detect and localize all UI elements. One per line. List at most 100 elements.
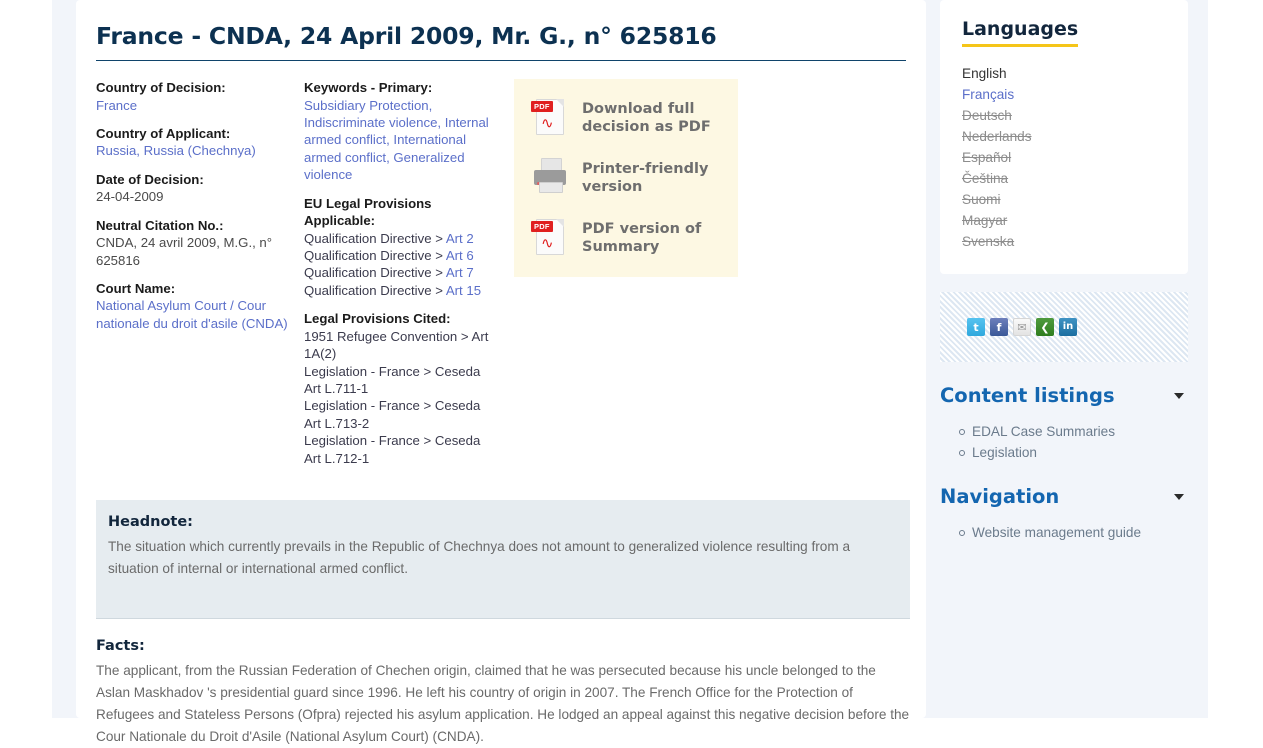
country-of-decision-link[interactable]: France xyxy=(96,98,137,113)
pdf-icon: PDF ∿ xyxy=(530,97,572,141)
headnote-section: Headnote: The situation which currently … xyxy=(96,500,910,620)
chevron-down-icon[interactable] xyxy=(1174,392,1184,399)
eu-provision-row: Qualification Directive > Art 6 xyxy=(304,247,500,264)
eu-provisions-label: EU Legal Provisions Applicable: xyxy=(304,195,432,229)
page-title: France - CNDA, 24 April 2009, Mr. G., n°… xyxy=(96,22,717,50)
provision-source: Qualification Directive > xyxy=(304,282,446,298)
case-metadata-row: Country of Decision: France Country of A… xyxy=(96,79,906,478)
language-label: English xyxy=(962,66,1007,81)
cited-row[interactable]: Legislation - France > Ceseda Art L.711-… xyxy=(304,363,500,398)
navigation-section: Navigation Website management guide xyxy=(940,485,1188,543)
content-listings-list: EDAL Case Summaries Legislation xyxy=(940,421,1188,463)
languages-list: English Français Deutsch Nederlands Espa… xyxy=(962,63,1166,252)
content-listings-title: Content listings xyxy=(940,384,1115,407)
language-item-cestina: Čeština xyxy=(962,168,1166,189)
field-value: Russia, Russia (Chechnya) xyxy=(96,142,304,159)
keywords-label: Keywords - Primary: xyxy=(304,80,433,96)
email-glyph: ✉ xyxy=(1017,320,1027,334)
provision-source: Qualification Directive > xyxy=(304,230,446,246)
navigation-header[interactable]: Navigation xyxy=(940,485,1188,508)
email-icon[interactable]: ✉ xyxy=(1013,318,1031,336)
facts-section: Facts: The applicant, from the Russian F… xyxy=(96,638,910,748)
list-item[interactable]: EDAL Case Summaries xyxy=(959,421,1188,442)
download-full-decision-pdf-button[interactable]: PDF ∿ Download full decision as PDF xyxy=(530,97,722,141)
twitter-icon[interactable]: t xyxy=(967,318,985,336)
languages-panel: Languages English Français Deutsch Neder… xyxy=(940,0,1188,274)
printer-friendly-version-button[interactable]: Printer-friendly version xyxy=(530,157,722,201)
facts-text: The applicant, from the Russian Federati… xyxy=(96,663,910,745)
language-item-deutsch: Deutsch xyxy=(962,105,1166,126)
field-country-of-decision: Country of Decision: France xyxy=(96,79,304,114)
field-value: 24-04-2009 xyxy=(96,189,164,205)
headnote-label: Headnote: xyxy=(108,514,193,531)
download-label: Printer-friendly version xyxy=(582,161,709,196)
field-value: France xyxy=(96,97,304,114)
case-fields-column: Country of Decision: France Country of A… xyxy=(96,79,304,343)
sidebar: Languages English Français Deutsch Neder… xyxy=(940,0,1188,543)
list-item[interactable]: Legislation xyxy=(959,442,1188,463)
facebook-icon[interactable]: f xyxy=(990,318,1008,336)
downloads-column: PDF ∿ Download full decision as PDF Prin xyxy=(514,79,738,278)
download-box: PDF ∿ Download full decision as PDF Prin xyxy=(514,79,738,278)
eu-provision-row: Qualification Directive > Art 7 xyxy=(304,264,500,281)
language-label: Suomi xyxy=(962,192,1001,207)
language-label: Nederlands xyxy=(962,129,1032,144)
language-label: Magyar xyxy=(962,213,1008,228)
provision-source: Qualification Directive > xyxy=(304,265,446,281)
cited-label: Legal Provisions Cited: xyxy=(304,311,451,327)
field-value: National Asylum Court / Cour nationale d… xyxy=(96,297,304,332)
language-label: Español xyxy=(962,150,1012,165)
list-item[interactable]: Website management guide xyxy=(959,522,1188,543)
main-content-card: France - CNDA, 24 April 2009, Mr. G., n°… xyxy=(76,0,926,744)
field-label: Neutral Citation No.: xyxy=(96,217,224,233)
cited-row[interactable]: Legislation - France > Ceseda Art L.712-… xyxy=(304,432,500,467)
provision-article-link[interactable]: Art 2 xyxy=(446,231,474,246)
download-label: PDF version of Summary xyxy=(582,221,702,256)
navigation-title: Navigation xyxy=(940,485,1060,508)
keywords-links[interactable]: Subsidiary Protection, Indiscriminate vi… xyxy=(304,97,500,184)
chevron-down-icon[interactable] xyxy=(1174,493,1184,500)
share-icon[interactable]: ❮ xyxy=(1036,318,1054,336)
printer-icon xyxy=(530,157,572,201)
language-item-espanol: Español xyxy=(962,147,1166,168)
navigation-list: Website management guide xyxy=(940,522,1188,543)
language-item-nederlands: Nederlands xyxy=(962,126,1166,147)
cited-row[interactable]: Legislation - France > Ceseda Art L.713-… xyxy=(304,397,500,432)
cited-row[interactable]: 1951 Refugee Convention > Art 1A(2) xyxy=(304,328,500,363)
twitter-glyph: t xyxy=(973,320,979,334)
court-name-link[interactable]: National Asylum Court / Cour nationale d… xyxy=(96,298,288,330)
social-share-bar: t f ✉ ❮ in xyxy=(940,292,1188,362)
field-label: Country of Applicant: xyxy=(96,126,231,142)
legal-provisions-cited-block: Legal Provisions Cited: 1951 Refugee Con… xyxy=(304,310,500,467)
title-divider xyxy=(96,60,906,62)
content-listings-section: Content listings EDAL Case Summaries Leg… xyxy=(940,384,1188,463)
field-country-of-applicant: Country of Applicant: Russia, Russia (Ch… xyxy=(96,125,304,160)
language-item-svenska: Svenska xyxy=(962,231,1166,252)
linkedin-glyph: in xyxy=(1062,321,1074,332)
share-glyph: ❮ xyxy=(1040,320,1050,334)
pdf-version-of-summary-button[interactable]: PDF ∿ PDF version of Summary xyxy=(530,217,722,261)
language-label: Deutsch xyxy=(962,108,1012,123)
provision-article-link[interactable]: Art 15 xyxy=(446,283,481,298)
linkedin-icon[interactable]: in xyxy=(1059,318,1077,336)
content-listings-header[interactable]: Content listings xyxy=(940,384,1188,407)
eu-provision-row: Qualification Directive > Art 15 xyxy=(304,282,500,299)
case-legal-column: Keywords - Primary: Subsidiary Protectio… xyxy=(304,79,500,478)
eu-legal-provisions-block: EU Legal Provisions Applicable: Qualific… xyxy=(304,195,500,300)
provision-article-link[interactable]: Art 7 xyxy=(446,265,474,280)
language-label: Svenska xyxy=(962,234,1015,249)
language-item-francais[interactable]: Français xyxy=(962,84,1166,105)
languages-title: Languages xyxy=(962,18,1079,47)
facebook-glyph: f xyxy=(996,320,1002,334)
language-item-english[interactable]: English xyxy=(962,63,1166,84)
keywords-block: Keywords - Primary: Subsidiary Protectio… xyxy=(304,79,500,184)
facts-label: Facts: xyxy=(96,638,145,655)
country-of-applicant-link[interactable]: Russia, Russia (Chechnya) xyxy=(96,143,256,158)
field-label: Date of Decision: xyxy=(96,171,204,187)
language-label[interactable]: Français xyxy=(962,87,1014,102)
provision-article-link[interactable]: Art 6 xyxy=(446,248,474,263)
language-item-suomi: Suomi xyxy=(962,189,1166,210)
download-label: Download full decision as PDF xyxy=(582,101,711,136)
field-court-name: Court Name: National Asylum Court / Cour… xyxy=(96,280,304,332)
field-neutral-citation: Neutral Citation No.: CNDA, 24 avril 200… xyxy=(96,217,304,269)
